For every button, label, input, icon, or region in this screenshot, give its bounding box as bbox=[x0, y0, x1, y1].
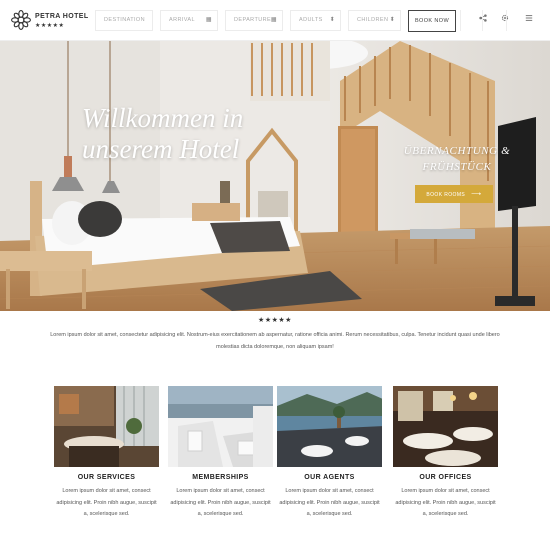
children-select[interactable]: CHILDREN ⬍ bbox=[348, 10, 401, 31]
service-card[interactable]: OUR AGENTS Lorem ipsum dolor sit amet, c… bbox=[277, 386, 382, 521]
service-card[interactable]: OUR OFFICES Lorem ipsum dolor sit amet, … bbox=[393, 386, 498, 521]
service-text: Lorem ipsum dolor sit amet, consect adip… bbox=[56, 488, 157, 517]
intro-text: Lorem ipsum dolor sit amet, consectetur … bbox=[50, 332, 500, 350]
hero-title-line1: Willkommen in bbox=[82, 103, 244, 133]
arrow-right-icon: ⟶ bbox=[471, 191, 482, 198]
book-rooms-button[interactable]: BOOK ROOMS ⟶ bbox=[415, 185, 493, 203]
menu-icon-glyph bbox=[525, 15, 532, 21]
destination-field[interactable]: DESTINATION bbox=[95, 10, 153, 31]
service-title: MEMBERSHIPS bbox=[192, 474, 249, 481]
service-image bbox=[168, 386, 273, 467]
hero-subtitle: ÜBERNACHTUNG & FRÜHSTÜCK bbox=[392, 143, 522, 175]
lakeside-dining-image bbox=[277, 386, 382, 467]
restaurant-image bbox=[54, 386, 159, 467]
children-label: CHILDREN bbox=[357, 17, 389, 23]
calendar-icon: ▦ bbox=[205, 17, 212, 23]
logo[interactable]: PETRA HOTEL ★★★★★ bbox=[10, 9, 90, 33]
destination-label: DESTINATION bbox=[104, 17, 145, 23]
logo-stars: ★★★★★ bbox=[35, 23, 65, 29]
hero-subtitle-line1: ÜBERNACHTUNG & bbox=[403, 145, 511, 157]
arrival-field[interactable]: ARRIVAL ▦ bbox=[160, 10, 218, 31]
book-rooms-label: BOOK ROOMS bbox=[426, 192, 466, 198]
service-title: OUR SERVICES bbox=[77, 474, 136, 481]
service-image bbox=[277, 386, 382, 467]
hero-banner: Willkommen in unserem Hotel ÜBERNACHTUNG… bbox=[0, 41, 550, 311]
terrace-image bbox=[168, 386, 273, 467]
logo-flower-icon bbox=[11, 10, 31, 30]
hero-subtitle-line2: FRÜHSTÜCK bbox=[422, 161, 492, 173]
service-text: Lorem ipsum dolor sit amet, consect adip… bbox=[170, 488, 271, 517]
hero-title: Willkommen in unserem Hotel bbox=[82, 103, 243, 165]
site-header: PETRA HOTEL ★★★★★ DESTINATION ARRIVAL ▦ … bbox=[0, 0, 550, 41]
adults-select[interactable]: ADULTS ⬍ bbox=[290, 10, 341, 31]
calendar-icon: ▦ bbox=[270, 17, 277, 23]
dining-hall-image bbox=[393, 386, 498, 467]
book-now-button[interactable]: BOOK NOW bbox=[408, 10, 456, 32]
logo-name: PETRA HOTEL bbox=[35, 13, 89, 20]
updown-arrows-icon: ⬍ bbox=[389, 17, 395, 23]
rating-stars: ★★★★★ bbox=[258, 317, 292, 324]
departure-label: DEPARTURE bbox=[234, 17, 272, 23]
adults-label: ADULTS bbox=[299, 17, 323, 23]
hero-title-line2: unserem Hotel bbox=[82, 134, 240, 164]
service-title: OUR AGENTS bbox=[304, 474, 355, 481]
departure-field[interactable]: DEPARTURE ▦ bbox=[225, 10, 283, 31]
hero-bedroom-image bbox=[0, 41, 550, 311]
service-card[interactable]: MEMBERSHIPS Lorem ipsum dolor sit amet, … bbox=[168, 386, 273, 521]
service-text: Lorem ipsum dolor sit amet, consect adip… bbox=[279, 488, 380, 517]
service-title: OUR OFFICES bbox=[419, 474, 472, 481]
updown-arrows-icon: ⬍ bbox=[329, 17, 335, 23]
service-card[interactable]: OUR SERVICES Lorem ipsum dolor sit amet,… bbox=[54, 386, 159, 521]
service-image bbox=[393, 386, 498, 467]
service-text: Lorem ipsum dolor sit amet, consect adip… bbox=[395, 488, 496, 517]
service-image bbox=[54, 386, 159, 467]
menu-icon[interactable] bbox=[506, 10, 550, 31]
arrival-label: ARRIVAL bbox=[169, 17, 195, 23]
